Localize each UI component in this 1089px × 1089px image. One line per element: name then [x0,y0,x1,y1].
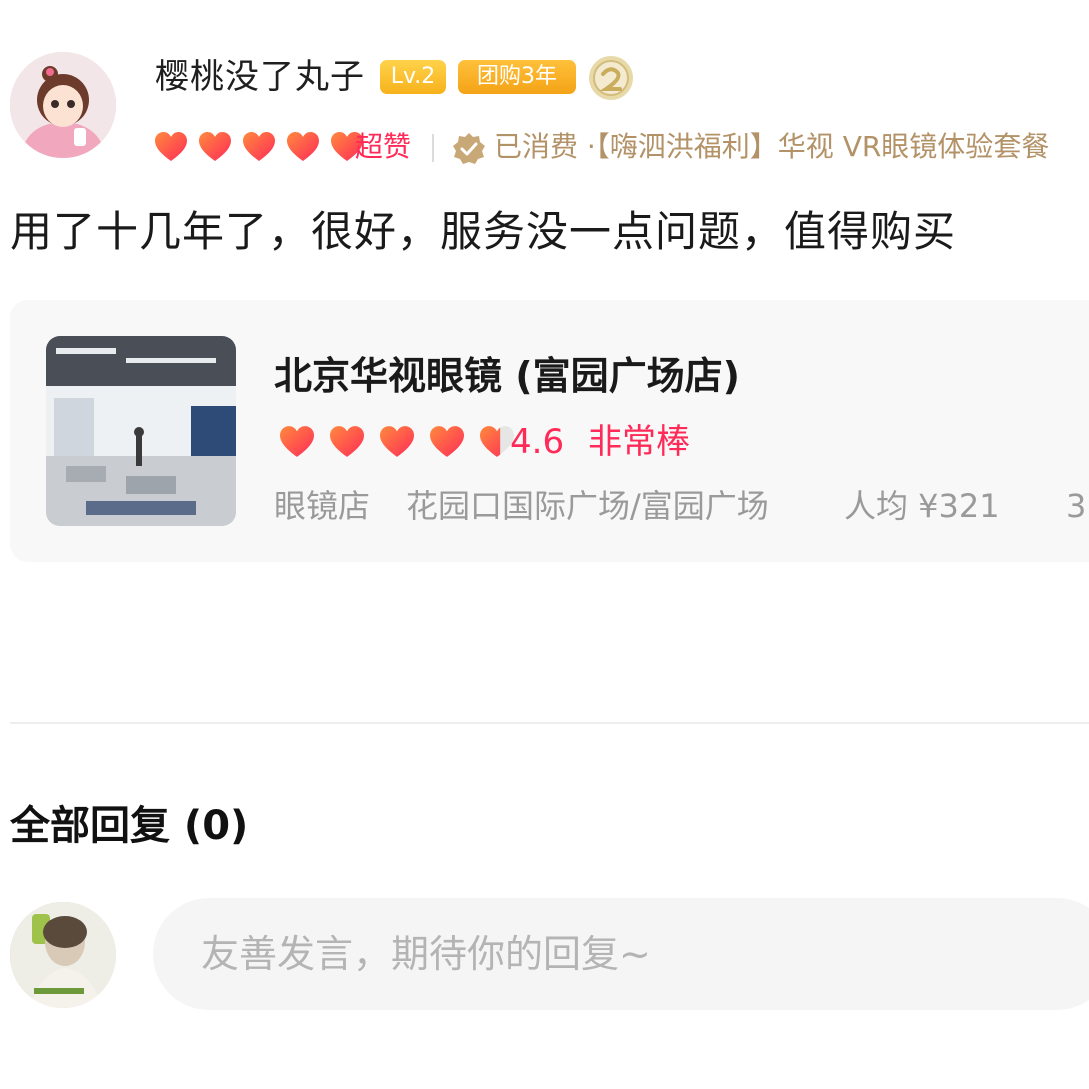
heart-icon [428,425,466,459]
shop-name[interactable]: 北京华视眼镜 (富园广场店) [274,352,740,400]
reviewer-avatar[interactable] [10,52,116,158]
verified-consumption-icon [452,132,486,166]
level-badge: Lv.2 [380,60,446,94]
consumed-deal-link[interactable]: 已消费 ·【嗨泗洪福利】华视 VR眼镜体验套餐 [494,128,1049,166]
shop-verdict: 非常棒 [588,422,690,462]
shop-area: 花园口国际广场/富园广场 [406,487,769,525]
my-avatar-image [10,902,116,1008]
heart-icon [242,131,276,163]
reviewer-avatar-image [10,52,116,158]
shop-price: 人均 ¥321 [844,487,1000,525]
reply-input[interactable] [153,898,1089,1010]
heart-icon [154,131,188,163]
group-buy-badge: 团购3年 [458,60,576,94]
reviewer-name[interactable]: 樱桃没了丸子 [155,57,365,97]
medal-icon [588,55,634,101]
shop-category: 眼镜店 [274,487,371,525]
shop-distance: 3 [1066,487,1087,525]
shop-photo[interactable] [46,336,236,526]
divider [432,134,434,162]
heart-icon [286,131,320,163]
replies-title: 全部回复 (0) [10,803,249,849]
heart-icon [328,425,366,459]
rating-hearts [154,131,369,163]
section-divider [10,722,1089,724]
rating-label: 超赞 [355,130,412,163]
heart-icon [378,425,416,459]
shop-score: 4.6 [510,422,565,462]
shop-rating-hearts [278,425,523,459]
review-content: 用了十几年了，很好，服务没一点问题，值得购买 [10,207,957,256]
my-avatar [10,902,116,1008]
heart-icon [278,425,316,459]
shop-interior-image [46,336,236,526]
heart-icon [198,131,232,163]
